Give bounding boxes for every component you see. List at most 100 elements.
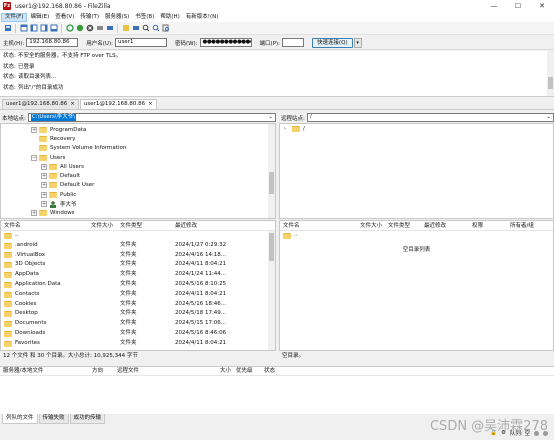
list-item[interactable]: ..	[280, 231, 553, 241]
list-item[interactable]: Contacts 文件夹 2024/4/11 8:04:21	[1, 290, 275, 300]
reconnect-icon[interactable]	[105, 24, 114, 33]
list-item[interactable]: Favorites 文件夹 2024/4/11 8:04:21	[1, 339, 275, 349]
list-item[interactable]: ..	[1, 231, 275, 241]
expand-icon[interactable]: +	[41, 163, 47, 170]
col-direction[interactable]: 方向	[92, 367, 117, 375]
scroll-thumb[interactable]	[269, 233, 274, 261]
port-input[interactable]	[282, 38, 305, 47]
refresh-icon[interactable]	[65, 24, 74, 33]
chevron-down-icon[interactable]: ⌄	[268, 114, 273, 121]
tree-item[interactable]: › /	[280, 124, 553, 133]
list-item[interactable]: Documents 文件夹 2024/5/15 17:06...	[1, 319, 275, 329]
file-size	[91, 241, 120, 251]
toggle-remote-tree-icon[interactable]	[39, 24, 48, 33]
directory-listing-filter-icon[interactable]	[121, 24, 130, 33]
password-input[interactable]: ●●●●●●●●●●●●	[199, 38, 252, 47]
connection-tab-active[interactable]: user1@192.168.80.86 ×	[79, 99, 157, 109]
list-item[interactable]: Cookies 文件夹 2024/5/16 18:46...	[1, 300, 275, 310]
local-tree-scrollbar[interactable]	[268, 124, 275, 218]
menu-bookmarks[interactable]: 书签(B)	[132, 13, 157, 22]
connection-tab[interactable]: user1@192.168.80.86 ×	[2, 99, 79, 109]
host-input[interactable]: 192.168.80.86	[26, 38, 79, 47]
list-item[interactable]: Downloads 文件夹 2024/5/16 8:46:06	[1, 329, 275, 339]
chevron-down-icon[interactable]: ⌄	[546, 114, 551, 121]
tree-item[interactable]: + Default User	[1, 181, 275, 190]
col-filename[interactable]: 文件名	[280, 221, 360, 230]
close-icon[interactable]: ✕	[530, 0, 554, 12]
tab-queued-files[interactable]: 列队的文件	[2, 414, 38, 424]
local-list-scrollbar[interactable]	[268, 231, 275, 350]
col-permissions[interactable]: 权限	[472, 221, 510, 230]
process-queue-icon[interactable]	[75, 24, 84, 33]
tree-item[interactable]: System Volume Information	[1, 144, 275, 153]
expand-icon[interactable]: +	[41, 191, 47, 198]
menu-view[interactable]: 查看(V)	[52, 13, 77, 22]
list-item[interactable]: Desktop 文件夹 2024/5/18 17:49...	[1, 309, 275, 319]
expand-icon[interactable]: +	[31, 126, 37, 133]
menu-new-version[interactable]: 有新版本!(N)	[183, 13, 222, 22]
quickconnect-button[interactable]: 快速连接(Q)	[312, 37, 353, 48]
col-remote-file[interactable]: 远程文件	[117, 367, 220, 375]
tab-close-icon[interactable]: ×	[70, 100, 75, 109]
col-modified[interactable]: 最近修改	[424, 221, 472, 230]
col-server-local[interactable]: 服务器/本地文件	[0, 367, 92, 375]
col-filesize[interactable]: 文件大小	[91, 221, 120, 230]
site-manager-icon[interactable]	[3, 24, 12, 33]
directory-comparison-icon[interactable]	[141, 24, 150, 33]
scroll-thumb[interactable]	[269, 172, 274, 194]
expand-icon[interactable]: +	[31, 210, 37, 217]
col-filetype[interactable]: 文件类型	[388, 221, 424, 230]
tab-close-icon[interactable]: ×	[148, 100, 153, 109]
local-path-input[interactable]: C:\Users\李大爷\ ⌄	[27, 113, 276, 122]
col-filename[interactable]: 文件名	[1, 221, 91, 230]
expand-arrow-icon[interactable]: ›	[284, 126, 290, 132]
log-scroll-thumb[interactable]	[548, 77, 553, 89]
log-scrollbar[interactable]	[547, 51, 554, 96]
tree-item[interactable]: Recovery	[1, 134, 275, 143]
toggle-local-tree-icon[interactable]	[29, 24, 38, 33]
menu-help[interactable]: 帮助(H)	[157, 13, 182, 22]
tree-item[interactable]: + All Users	[1, 162, 275, 171]
tree-item[interactable]: − Users	[1, 153, 275, 162]
tree-item[interactable]: + Default	[1, 171, 275, 180]
tree-item[interactable]: + 李大爷	[1, 199, 275, 208]
list-item[interactable]: Application Data 文件夹 2024/5/16 8:10:25	[1, 280, 275, 290]
list-item[interactable]: AppData 文件夹 2024/1/24 11:44...	[1, 270, 275, 280]
expand-icon[interactable]: +	[41, 201, 47, 208]
col-filesize[interactable]: 文件大小	[360, 221, 388, 230]
tree-item[interactable]: + ProgramData	[1, 125, 275, 134]
search-icon[interactable]	[151, 24, 160, 33]
tree-item[interactable]: + Public	[1, 190, 275, 199]
list-item[interactable]: 3D Objects 文件夹 2024/4/11 8:04:21	[1, 260, 275, 270]
toggle-log-icon[interactable]	[19, 24, 28, 33]
host-label: 主机(H):	[3, 40, 25, 47]
col-filetype[interactable]: 文件类型	[120, 221, 175, 230]
cancel-operation-icon[interactable]	[85, 24, 94, 33]
col-status[interactable]: 状态	[264, 367, 294, 375]
toggle-sync-browsing-icon[interactable]	[131, 24, 140, 33]
list-item[interactable]: .VirtualBox 文件夹 2024/4/16 14:18...	[1, 251, 275, 261]
list-item[interactable]: .android 文件夹 2024/1/27 0:29:32	[1, 241, 275, 251]
tab-successful-transfers[interactable]: 成功的传输	[69, 414, 106, 424]
menu-transfer[interactable]: 传输(T)	[77, 13, 102, 22]
disconnect-icon[interactable]	[95, 24, 104, 33]
menu-server[interactable]: 服务器(S)	[102, 13, 132, 22]
maximize-icon[interactable]: ☐	[506, 0, 530, 12]
col-modified[interactable]: 最近修改	[175, 221, 265, 230]
minimize-icon[interactable]: —	[482, 0, 506, 12]
username-input[interactable]: user1	[114, 38, 167, 47]
menu-edit[interactable]: 编辑(E)	[27, 13, 52, 22]
toggle-queue-icon[interactable]	[49, 24, 58, 33]
tree-item[interactable]: + Windows	[1, 209, 275, 218]
collapse-icon[interactable]: −	[31, 154, 37, 161]
menu-file[interactable]: 文件(F)	[1, 12, 28, 22]
tab-failed-transfers[interactable]: 传输失败	[38, 414, 69, 424]
expand-icon[interactable]: +	[41, 182, 47, 189]
quickconnect-dropdown-icon[interactable]: ▾	[353, 37, 362, 48]
col-owner-group[interactable]: 所有者/组	[510, 221, 550, 230]
find-files-icon[interactable]	[161, 24, 170, 33]
col-priority[interactable]: 优先级	[236, 367, 264, 375]
expand-icon[interactable]: +	[41, 173, 47, 180]
remote-path-input[interactable]: / ⌄	[306, 113, 554, 122]
col-size[interactable]: 大小	[220, 367, 236, 375]
